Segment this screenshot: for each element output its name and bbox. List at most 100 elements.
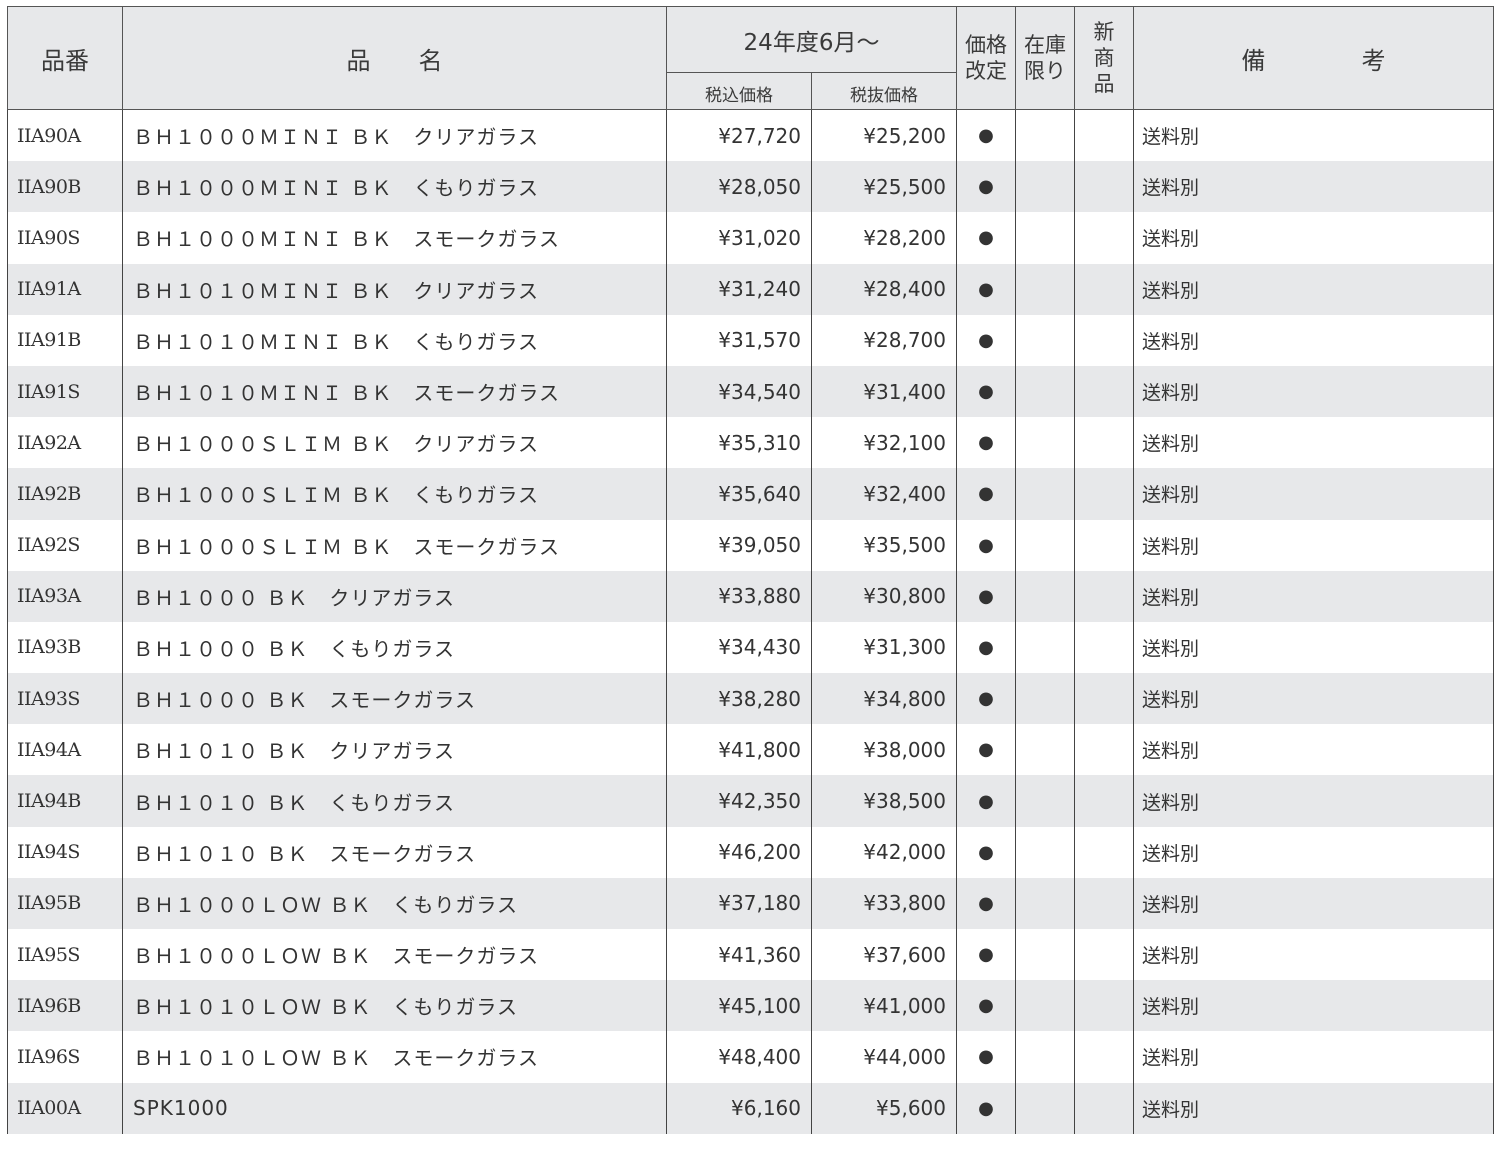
remarks: 送料別 xyxy=(1133,161,1494,213)
price-incl-tax: ¥33,880 xyxy=(666,570,812,622)
product-code: IIA94S xyxy=(7,826,123,878)
price-incl-tax: ¥31,570 xyxy=(666,314,812,366)
table-row: IIA94S ＢＨ１０１０ ＢＫ スモークガラス ¥46,200 ¥42,000 ● 送料… xyxy=(7,826,1494,878)
new-product-mark xyxy=(1074,417,1134,469)
price-revised-mark: ● xyxy=(956,212,1016,264)
product-name: ＢＨ１０００ＬＯＷ ＢＫ くもりガラス xyxy=(122,877,667,929)
new-product-mark xyxy=(1074,1082,1134,1134)
price-incl-tax: ¥48,400 xyxy=(666,1031,812,1083)
table-row: IIA00A SPK1000 ¥6,160 ¥5,600 ● 送料別 xyxy=(7,1082,1494,1134)
table-row: IIA94B ＢＨ１０１０ ＢＫ くもりガラス ¥42,350 ¥38,500 ● 送料別 xyxy=(7,775,1494,827)
price-excl-tax: ¥34,800 xyxy=(811,673,957,725)
price-incl-tax: ¥37,180 xyxy=(666,877,812,929)
product-name: ＢＨ１０００ＭＩＮＩ ＢＫ クリアガラス xyxy=(122,109,667,162)
table-row: IIA93A ＢＨ１０００ ＢＫ クリアガラス ¥33,880 ¥30,800 ● 送料別 xyxy=(7,570,1494,622)
product-name: ＢＨ１０１０ ＢＫ スモークガラス xyxy=(122,826,667,878)
price-excl-tax: ¥28,400 xyxy=(811,263,957,315)
product-code: IIA90B xyxy=(7,161,123,213)
stock-limited-mark xyxy=(1015,621,1075,674)
price-excl-tax: ¥33,800 xyxy=(811,877,957,929)
price-incl-tax: ¥45,100 xyxy=(666,980,812,1032)
table-row: IIA93S ＢＨ１０００ ＢＫ スモークガラス ¥38,280 ¥34,800 ● 送料… xyxy=(7,673,1494,725)
table-row: IIA92S ＢＨ１０００ＳＬＩＭ ＢＫ スモークガラス ¥39,050 ¥35,50… xyxy=(7,519,1494,571)
stock-limited-mark xyxy=(1015,570,1075,622)
stock-limited-mark xyxy=(1015,212,1075,264)
stock-limited-mark xyxy=(1015,468,1075,520)
product-name: ＢＨ１０１０ＭＩＮＩ ＢＫ スモークガラス xyxy=(122,365,667,418)
table-body: IIA90A ＢＨ１０００ＭＩＮＩ ＢＫ クリアガラス ¥27,720 ¥25,200… xyxy=(7,109,1494,1134)
price-excl-tax: ¥32,100 xyxy=(811,417,957,469)
table-row: IIA91B ＢＨ１０１０ＭＩＮＩ ＢＫ くもりガラス ¥31,570 ¥28,700… xyxy=(7,314,1494,366)
product-name: ＢＨ１０００ＳＬＩＭ ＢＫ スモークガラス xyxy=(122,519,667,571)
product-code: IIA93S xyxy=(7,673,123,725)
product-code: IIA91S xyxy=(7,365,123,418)
price-list-table: 品番 品 名 24年度6月～ 価格 改定 在庫 限り 新商品 備考 税込価格 税抜価… xyxy=(7,6,1494,1134)
stock-limited-mark xyxy=(1015,1082,1075,1134)
new-product-mark xyxy=(1074,621,1134,674)
product-name: ＢＨ１０１０ ＢＫ くもりガラス xyxy=(122,775,667,827)
new-product-mark xyxy=(1074,314,1134,366)
price-excl-tax: ¥38,000 xyxy=(811,724,957,776)
header-new-product-line3: 品 xyxy=(1093,72,1115,96)
price-revised-mark: ● xyxy=(956,877,1016,929)
price-excl-tax: ¥31,300 xyxy=(811,621,957,674)
product-code: IIA95B xyxy=(7,877,123,929)
price-incl-tax: ¥35,640 xyxy=(666,468,812,520)
new-product-mark xyxy=(1074,826,1134,878)
product-code: IIA92S xyxy=(7,519,123,571)
price-excl-tax: ¥25,500 xyxy=(811,161,957,213)
header-remarks-b: 考 xyxy=(1361,46,1386,75)
remarks: 送料別 xyxy=(1133,724,1494,776)
table-row: IIA90S ＢＨ１０００ＭＩＮＩ ＢＫ スモークガラス ¥31,020 ¥28,20… xyxy=(7,212,1494,264)
price-excl-tax: ¥41,000 xyxy=(811,980,957,1032)
product-code: IIA00A xyxy=(7,1082,123,1134)
product-name: ＢＨ１０１０ ＢＫ クリアガラス xyxy=(122,724,667,776)
product-code: IIA91B xyxy=(7,314,123,366)
stock-limited-mark xyxy=(1015,519,1075,571)
table-row: IIA95B ＢＨ１０００ＬＯＷ ＢＫ くもりガラス ¥37,180 ¥33,800 ●… xyxy=(7,877,1494,929)
price-revised-mark: ● xyxy=(956,417,1016,469)
product-name: ＢＨ１０００ＭＩＮＩ ＢＫ くもりガラス xyxy=(122,161,667,213)
table-row: IIA92B ＢＨ１０００ＳＬＩＭ ＢＫ くもりガラス ¥35,640 ¥32,400… xyxy=(7,468,1494,520)
price-revised-mark: ● xyxy=(956,775,1016,827)
price-excl-tax: ¥31,400 xyxy=(811,365,957,418)
header-price-revised-line1: 価格 xyxy=(965,33,1007,57)
price-revised-mark: ● xyxy=(956,519,1016,571)
price-revised-mark: ● xyxy=(956,314,1016,366)
product-code: IIA96B xyxy=(7,980,123,1032)
price-incl-tax: ¥34,540 xyxy=(666,365,812,418)
product-name: ＢＨ１０１０ＬＯＷ ＢＫ スモークガラス xyxy=(122,1031,667,1083)
stock-limited-mark xyxy=(1015,314,1075,366)
remarks: 送料別 xyxy=(1133,314,1494,366)
header-remarks-a: 備 xyxy=(1241,46,1266,75)
price-revised-mark: ● xyxy=(956,365,1016,418)
product-code: IIA94B xyxy=(7,775,123,827)
remarks: 送料別 xyxy=(1133,673,1494,725)
table-row: IIA96B ＢＨ１０１０ＬＯＷ ＢＫ くもりガラス ¥45,100 ¥41,000 ●… xyxy=(7,980,1494,1032)
product-name: ＢＨ１０００ ＢＫ クリアガラス xyxy=(122,570,667,622)
product-code: IIA92B xyxy=(7,468,123,520)
remarks: 送料別 xyxy=(1133,109,1494,162)
table-header: 品番 品 名 24年度6月～ 価格 改定 在庫 限り 新商品 備考 税込価格 税抜価… xyxy=(7,6,1494,110)
product-name: ＢＨ１０１０ＭＩＮＩ ＢＫ クリアガラス xyxy=(122,263,667,315)
price-incl-tax: ¥35,310 xyxy=(666,417,812,469)
price-revised-mark: ● xyxy=(956,161,1016,213)
stock-limited-mark xyxy=(1015,161,1075,213)
table-row: IIA91S ＢＨ１０１０ＭＩＮＩ ＢＫ スモークガラス ¥34,540 ¥31,40… xyxy=(7,365,1494,418)
new-product-mark xyxy=(1074,570,1134,622)
product-name: SPK1000 xyxy=(122,1082,667,1134)
remarks: 送料別 xyxy=(1133,826,1494,878)
stock-limited-mark xyxy=(1015,365,1075,418)
stock-limited-mark xyxy=(1015,1031,1075,1083)
product-code: IIA96S xyxy=(7,1031,123,1083)
product-code: IIA90A xyxy=(7,109,123,162)
price-excl-tax: ¥38,500 xyxy=(811,775,957,827)
price-revised-mark: ● xyxy=(956,673,1016,725)
remarks: 送料別 xyxy=(1133,570,1494,622)
new-product-mark xyxy=(1074,877,1134,929)
remarks: 送料別 xyxy=(1133,519,1494,571)
stock-limited-mark xyxy=(1015,263,1075,315)
remarks: 送料別 xyxy=(1133,980,1494,1032)
product-code: IIA93A xyxy=(7,570,123,622)
stock-limited-mark xyxy=(1015,417,1075,469)
